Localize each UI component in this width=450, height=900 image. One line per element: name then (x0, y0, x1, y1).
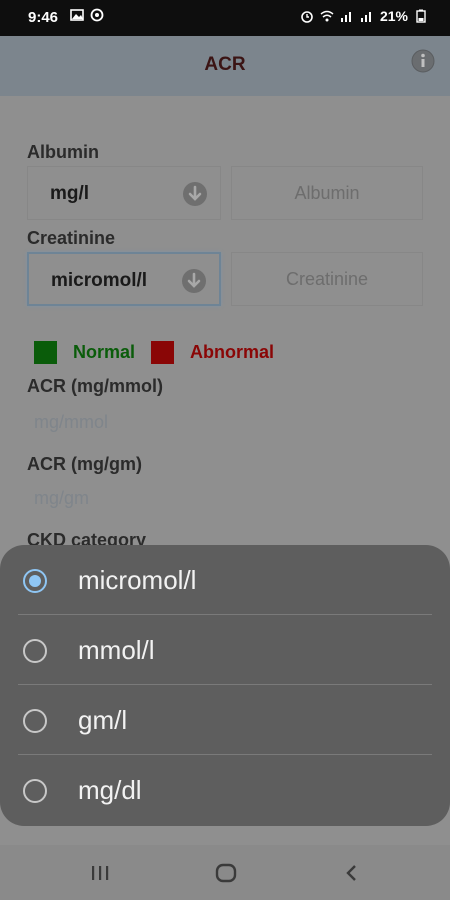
abnormal-legend-label: Abnormal (190, 342, 275, 362)
back-icon[interactable] (340, 861, 364, 885)
legend: Normal Abnormal (34, 341, 290, 364)
acr-gm-label: ACR (mg/gm) (27, 454, 142, 474)
home-icon[interactable] (214, 861, 238, 885)
option-label: mg/dl (78, 775, 142, 805)
option-label: micromol/l (78, 565, 197, 595)
unit-picker-dialog: micromol/l mmol/l gm/l mg/dl (0, 545, 450, 826)
battery-percent: 21% (379, 8, 408, 24)
signal-icon-2 (360, 12, 371, 22)
battery-icon (416, 9, 426, 23)
albumin-input[interactable] (231, 166, 423, 220)
normal-legend-label: Normal (73, 342, 136, 362)
option-label: mmol/l (78, 635, 155, 665)
gallery-notification-icon (70, 9, 84, 21)
recents-icon[interactable] (88, 861, 112, 885)
acr-gm-field (34, 488, 266, 509)
radio-icon[interactable] (23, 639, 47, 663)
creatinine-unit-select[interactable]: micromol/l (27, 252, 221, 306)
creatinine-label: Creatinine (27, 228, 116, 248)
wifi-icon (320, 10, 334, 22)
status-bar: 9:46 21% (0, 0, 450, 36)
option-gm[interactable]: gm/l (0, 685, 450, 755)
radio-selected-icon[interactable] (23, 569, 47, 593)
normal-swatch (34, 341, 57, 364)
navigation-bar (0, 845, 450, 900)
albumin-unit-select[interactable]: mg/l (27, 166, 221, 220)
abnormal-swatch (151, 341, 175, 364)
option-micromol[interactable]: micromol/l (0, 545, 450, 615)
creatinine-input[interactable] (231, 252, 423, 306)
app-bar: ACR (0, 36, 450, 96)
app-notification-icon (90, 8, 104, 22)
albumin-unit-value: mg/l (50, 183, 90, 204)
acr-mmol-field (34, 412, 266, 433)
option-mgdl[interactable]: mg/dl (0, 755, 450, 825)
albumin-label: Albumin (27, 142, 99, 162)
page-title: ACR (204, 54, 246, 75)
info-icon[interactable] (410, 48, 436, 74)
arrow-down-circle-icon (183, 182, 207, 206)
signal-icon (340, 12, 351, 22)
alarm-icon (301, 11, 313, 23)
arrow-down-circle-icon (182, 269, 206, 293)
creatinine-unit-value: micromol/l (51, 270, 148, 291)
option-mmol[interactable]: mmol/l (0, 615, 450, 685)
option-label: gm/l (78, 705, 128, 735)
radio-icon[interactable] (23, 779, 47, 803)
acr-mmol-label: ACR (mg/mmol) (27, 376, 163, 396)
radio-icon[interactable] (23, 709, 47, 733)
status-time: 9:46 (28, 9, 59, 26)
